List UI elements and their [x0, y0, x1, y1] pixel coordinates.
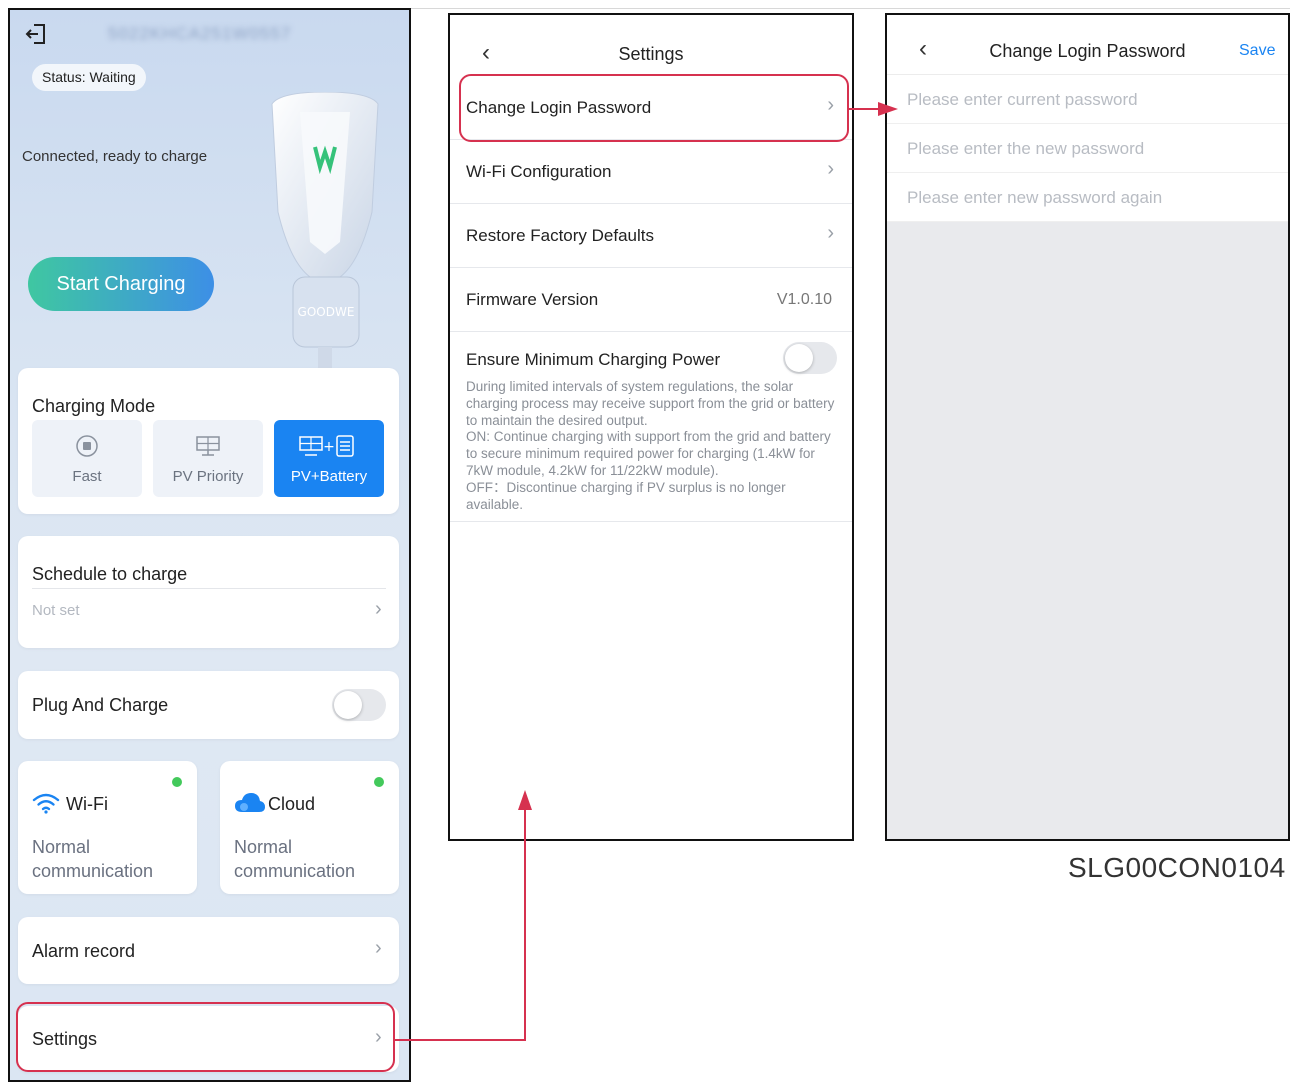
arrow-password-row-to-password-screen: [848, 102, 898, 116]
flow-arrows: [393, 102, 898, 1041]
arrow-settings-to-settings-screen: [393, 790, 532, 1041]
